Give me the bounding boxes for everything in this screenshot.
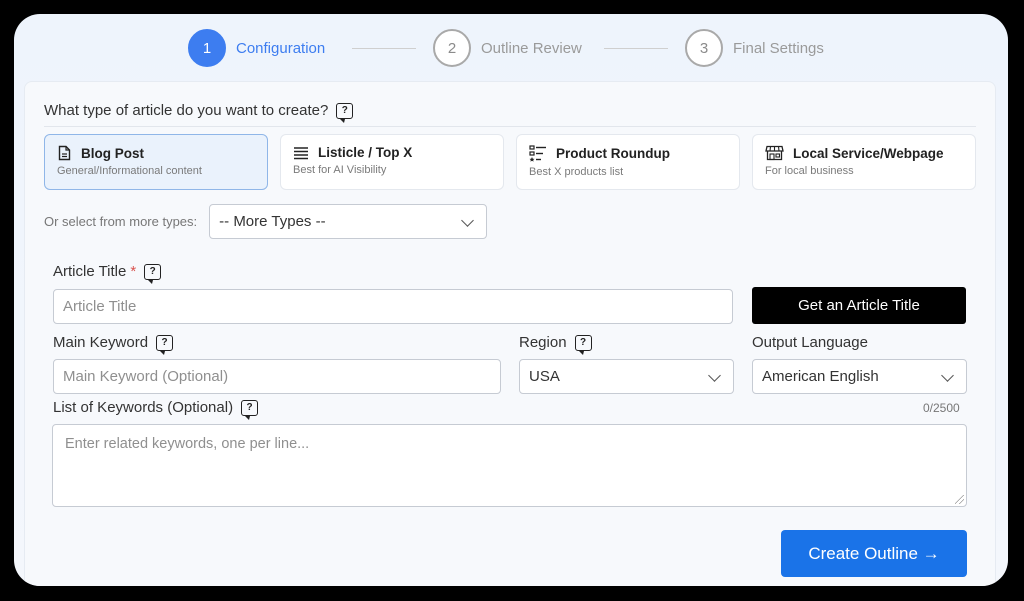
ranked-list-icon	[529, 145, 546, 162]
required-marker: *	[130, 263, 137, 280]
step-label: Outline Review	[481, 39, 582, 57]
output-language-label: Output Language	[752, 334, 868, 351]
keywords-list-label: List of Keywords (Optional)	[53, 399, 234, 416]
step-number: 2	[433, 29, 471, 67]
chevron-down-icon	[941, 368, 954, 382]
stepper: 1 Configuration 2 Outline Review 3 Final…	[14, 29, 1008, 67]
more-types-value: -- More Types --	[219, 213, 326, 230]
chevron-down-icon	[708, 368, 721, 382]
question-icon[interactable]: ?	[574, 334, 592, 355]
output-language-value: American English	[762, 368, 879, 385]
region-value: USA	[529, 368, 560, 385]
step-label: Configuration	[236, 39, 326, 57]
article-title-placeholder: Article Title	[63, 298, 137, 315]
type-card-title: Local Service/Webpage	[793, 145, 944, 161]
step-connector	[352, 48, 416, 49]
step-connector	[604, 48, 668, 49]
type-card-product-roundup[interactable]: Product Roundup Best X products list	[516, 134, 740, 190]
article-title-label-row: Article Title * ?	[53, 263, 162, 284]
storefront-icon	[765, 145, 784, 161]
article-title-label: Article Title	[53, 263, 127, 280]
app-window: 1 Configuration 2 Outline Review 3 Final…	[14, 14, 1008, 586]
region-select[interactable]: USA	[519, 359, 734, 394]
type-card-subtitle: For local business	[765, 165, 854, 177]
type-card-subtitle: Best X products list	[529, 166, 624, 178]
article-title-input[interactable]: Article Title	[53, 289, 733, 324]
output-language-select[interactable]: American English	[752, 359, 967, 394]
type-card-title: Product Roundup	[556, 146, 670, 161]
keywords-counter: 0/2500	[923, 401, 960, 415]
get-article-title-label: Get an Article Title	[798, 297, 920, 314]
keywords-textarea[interactable]: Enter related keywords, one per line...	[52, 424, 967, 507]
question-icon[interactable]: ?	[156, 334, 174, 355]
type-card-listicle[interactable]: Listicle / Top X Best for AI Visibility	[280, 134, 504, 190]
keywords-placeholder: Enter related keywords, one per line...	[65, 436, 310, 452]
step-label: Final Settings	[733, 39, 824, 57]
step-number: 1	[188, 29, 226, 67]
step-number: 3	[685, 29, 723, 67]
region-label-row: Region ?	[519, 334, 592, 355]
question-text: What type of article do you want to crea…	[44, 102, 329, 119]
step-final-settings[interactable]: 3 Final Settings	[685, 29, 824, 67]
question-icon[interactable]: ?	[144, 263, 162, 284]
divider	[44, 126, 976, 127]
type-card-title: Listicle / Top X	[318, 145, 413, 160]
create-outline-label: Create Outline →	[808, 543, 940, 563]
resize-handle[interactable]	[955, 495, 964, 504]
configuration-card: What type of article do you want to crea…	[24, 81, 996, 586]
region-label: Region	[519, 334, 567, 351]
keywords-list-label-row: List of Keywords (Optional) ?	[53, 399, 259, 420]
main-keyword-label: Main Keyword	[53, 334, 149, 351]
step-configuration[interactable]: 1 Configuration	[188, 29, 326, 67]
type-card-title: Blog Post	[81, 145, 144, 161]
more-types-label: Or select from more types:	[44, 214, 198, 229]
step-outline-review[interactable]: 2 Outline Review	[433, 29, 582, 67]
more-types-row: Or select from more types: -- More Types…	[44, 204, 488, 239]
question-icon[interactable]: ?	[336, 102, 354, 123]
document-icon	[58, 145, 71, 161]
more-types-select[interactable]: -- More Types --	[209, 204, 488, 239]
get-article-title-button[interactable]: Get an Article Title	[752, 287, 966, 324]
chevron-down-icon	[461, 213, 475, 227]
type-card-local-service[interactable]: Local Service/Webpage For local business	[752, 134, 976, 190]
main-keyword-label-row: Main Keyword ?	[53, 334, 174, 355]
question-icon[interactable]: ?	[241, 399, 259, 420]
main-keyword-input[interactable]: Main Keyword (Optional)	[53, 359, 501, 394]
type-card-subtitle: General/Informational content	[57, 165, 202, 177]
output-language-label-row: Output Language	[752, 334, 868, 351]
main-keyword-placeholder: Main Keyword (Optional)	[63, 368, 229, 385]
list-icon	[294, 146, 308, 159]
create-outline-button[interactable]: Create Outline →	[781, 530, 967, 577]
type-card-subtitle: Best for AI Visibility	[293, 164, 387, 176]
article-type-question: What type of article do you want to crea…	[44, 102, 354, 123]
type-card-blog-post[interactable]: Blog Post General/Informational content	[44, 134, 268, 190]
